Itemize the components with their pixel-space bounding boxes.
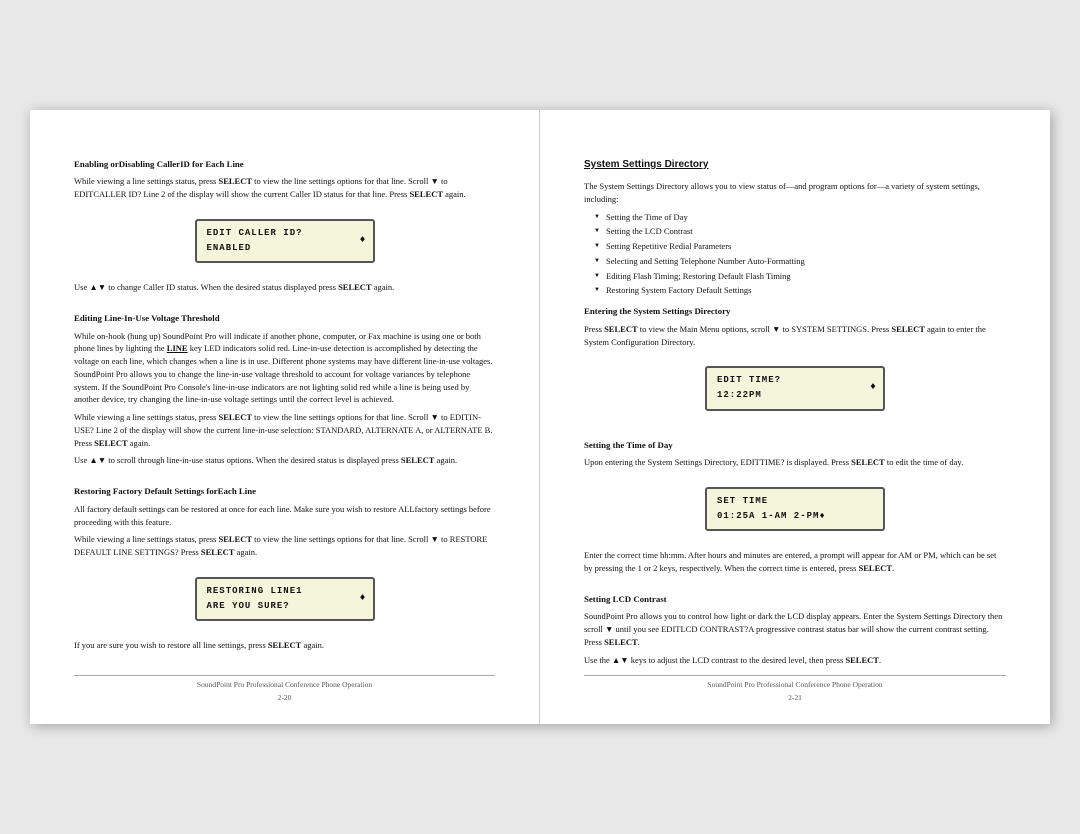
factory-reset-heading: Restoring Factory Default Settings forEa… [74, 485, 495, 498]
entering-system-display-line1: EDIT TIME? [717, 374, 873, 387]
time-of-day-heading: Setting the Time of Day [584, 439, 1006, 452]
caller-id-para-2: Use ▲▼ to change Caller ID status. When … [74, 281, 495, 294]
section-voltage: Editing Line-In-Use Voltage Threshold Wh… [74, 312, 495, 467]
page-spread: Enabling orDisabling CallerID for Each L… [30, 110, 1050, 725]
voltage-para-3: Use ▲▼ to scroll through line-in-use sta… [74, 454, 495, 467]
left-page: Enabling orDisabling CallerID for Each L… [30, 110, 540, 725]
factory-reset-display: RESTORING LINE1 ARE YOU SURE? ♦ [195, 577, 375, 621]
entering-system-heading: Entering the System Settings Directory [584, 305, 1006, 318]
lcd-contrast-heading: Setting LCD Contrast [584, 593, 1006, 606]
time-of-day-display-line1: SET TIME [717, 495, 873, 508]
bullet-item-6: Restoring System Factory Default Setting… [594, 284, 1006, 297]
section-caller-id: Enabling orDisabling CallerID for Each L… [74, 158, 495, 294]
time-of-day-display: SET TIME 01:25A 1-AM 2-PM♦ [705, 487, 885, 531]
section-entering-system: Entering the System Settings Directory P… [584, 305, 1006, 420]
left-footer-text: SoundPoint Pro Professional Conference P… [74, 680, 495, 691]
entering-system-display-line2: 12:22PM [717, 389, 873, 402]
time-of-day-para-1: Upon entering the System Settings Direct… [584, 456, 1006, 469]
lcd-contrast-para-2: Use the ▲▼ keys to adjust the LCD contra… [584, 654, 1006, 667]
caller-id-display-arrow: ♦ [359, 234, 366, 249]
section-time-of-day: Setting the Time of Day Upon entering th… [584, 439, 1006, 575]
time-of-day-display-wrapper: SET TIME 01:25A 1-AM 2-PM♦ [584, 477, 1006, 541]
right-page: System Settings Directory The System Set… [540, 110, 1050, 725]
voltage-para-2: While viewing a line settings status, pr… [74, 411, 495, 449]
section-factory-reset: Restoring Factory Default Settings forEa… [74, 485, 495, 652]
system-settings-bullets: Setting the Time of Day Setting the LCD … [584, 211, 1006, 298]
right-footer-text: SoundPoint Pro Professional Conference P… [584, 680, 1006, 691]
caller-id-para-1: While viewing a line settings status, pr… [74, 175, 495, 201]
time-of-day-display-line2: 01:25A 1-AM 2-PM♦ [717, 510, 873, 523]
factory-reset-display-wrapper: RESTORING LINE1 ARE YOU SURE? ♦ [74, 567, 495, 631]
right-page-footer: SoundPoint Pro Professional Conference P… [584, 675, 1006, 705]
factory-reset-display-arrow: ♦ [359, 592, 366, 607]
entering-system-display-arrow: ♦ [870, 381, 877, 396]
lcd-contrast-para-1: SoundPoint Pro allows you to control how… [584, 610, 1006, 648]
voltage-heading: Editing Line-In-Use Voltage Threshold [74, 312, 495, 325]
caller-id-display-wrapper: EDIT CALLER ID? ENABLED ♦ [74, 209, 495, 273]
caller-id-heading: Enabling orDisabling CallerID for Each L… [74, 158, 495, 171]
system-settings-intro: The System Settings Directory allows you… [584, 180, 1006, 206]
caller-id-display: EDIT CALLER ID? ENABLED ♦ [195, 219, 375, 263]
bullet-item-1: Setting the Time of Day [594, 211, 1006, 224]
caller-id-display-line2: ENABLED [207, 242, 363, 255]
voltage-para-1: While on-hook (hung up) SoundPoint Pro w… [74, 330, 495, 407]
factory-reset-display-line2: ARE YOU SURE? [207, 600, 363, 613]
bullet-item-4: Selecting and Setting Telephone Number A… [594, 255, 1006, 268]
caller-id-display-line1: EDIT CALLER ID? [207, 227, 363, 240]
factory-reset-para-1: All factory default settings can be rest… [74, 503, 495, 529]
factory-reset-para-2: While viewing a line settings status, pr… [74, 533, 495, 559]
entering-system-display: EDIT TIME? 12:22PM ♦ [705, 366, 885, 410]
entering-system-display-wrapper: EDIT TIME? 12:22PM ♦ [584, 356, 1006, 420]
factory-reset-para-3: If you are sure you wish to restore all … [74, 639, 495, 652]
system-settings-heading: System Settings Directory [584, 158, 1006, 173]
bullet-item-2: Setting the LCD Contrast [594, 225, 1006, 238]
section-lcd-contrast: Setting LCD Contrast SoundPoint Pro allo… [584, 593, 1006, 667]
bullet-item-5: Editing Flash Timing; Restoring Default … [594, 270, 1006, 283]
entering-system-para-1: Press SELECT to view the Main Menu optio… [584, 323, 1006, 349]
right-page-number: 2-21 [584, 693, 1006, 704]
left-page-footer: SoundPoint Pro Professional Conference P… [74, 675, 495, 705]
factory-reset-display-line1: RESTORING LINE1 [207, 585, 363, 598]
time-of-day-para-2: Enter the correct time hh:mm. After hour… [584, 549, 1006, 575]
left-page-number: 2-20 [74, 693, 495, 704]
bullet-item-3: Setting Repetitive Redial Parameters [594, 240, 1006, 253]
